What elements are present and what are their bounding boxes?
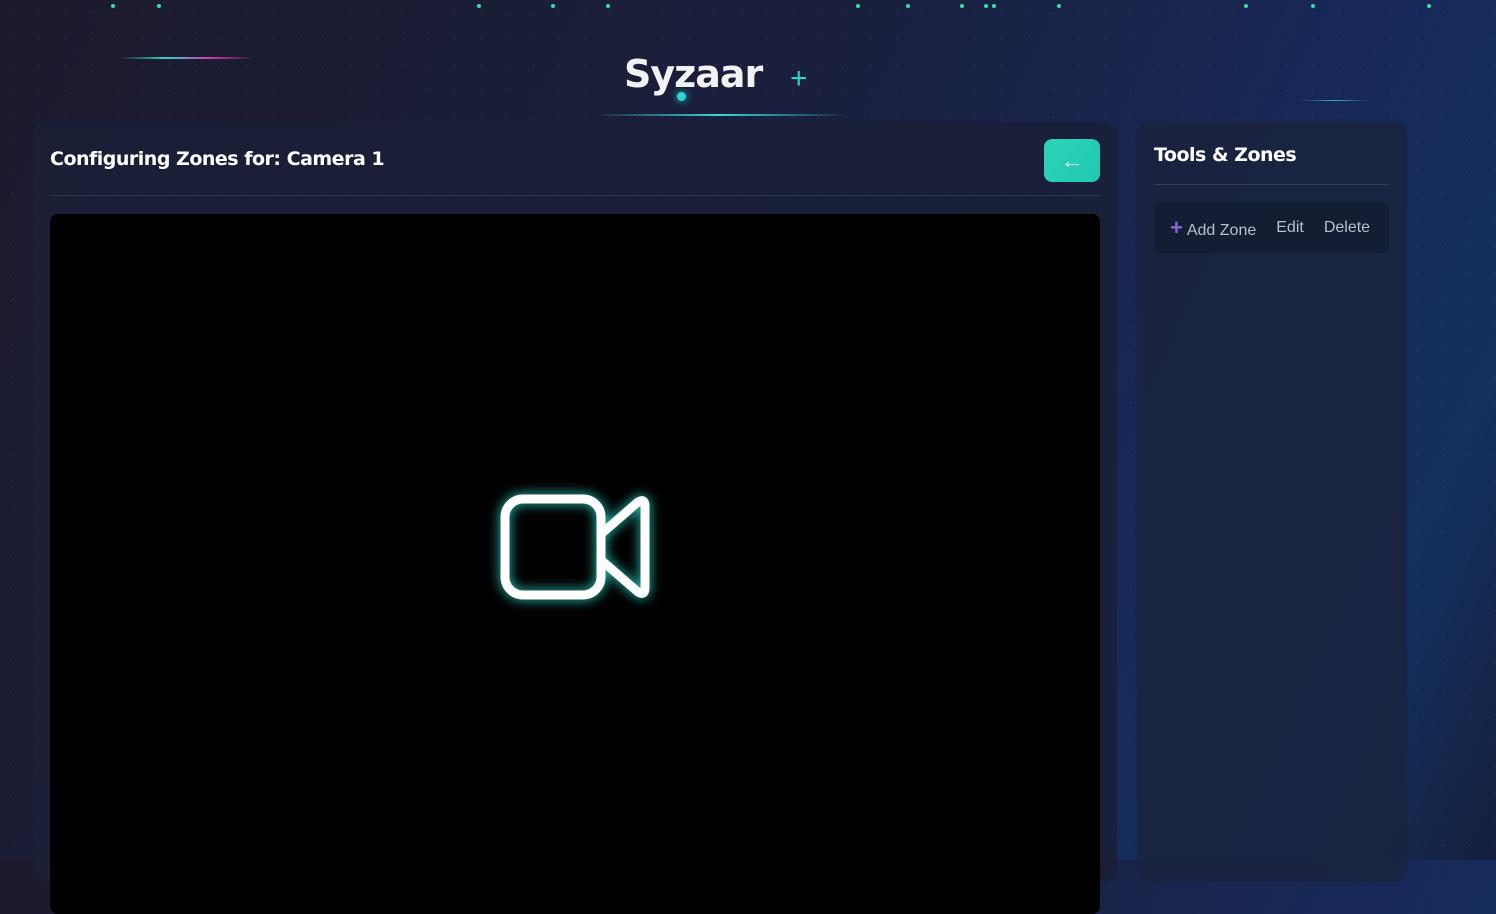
add-zone-button[interactable]: + Add Zone [1170,215,1256,241]
sidebar-title: Tools & Zones [1154,144,1297,166]
video-canvas[interactable] [50,214,1100,914]
divider [50,195,1100,196]
page-title: Configuring Zones for: Camera 1 [50,148,385,170]
add-zone-label: Add Zone [1186,221,1257,239]
camera-config-panel: Configuring Zones for: Camera 1 ← [33,122,1117,914]
tools-sidebar: Tools & Zones + Add Zone Edit Delete [1137,122,1407,882]
sparkle-icon: + [790,62,808,95]
back-button[interactable]: ← [1044,139,1100,182]
plus-icon: + [1170,214,1183,240]
divider [1154,184,1389,185]
decor-streak [1300,100,1370,101]
edit-button[interactable]: Edit [1276,219,1304,237]
brand-logo: Syzaar [624,52,763,96]
logo-underline [592,114,848,116]
decor-streak [120,57,255,59]
delete-button[interactable]: Delete [1324,219,1370,237]
glow-dot [677,92,686,101]
video-camera-icon [500,494,650,600]
zone-toolbar: + Add Zone Edit Delete [1154,202,1389,253]
